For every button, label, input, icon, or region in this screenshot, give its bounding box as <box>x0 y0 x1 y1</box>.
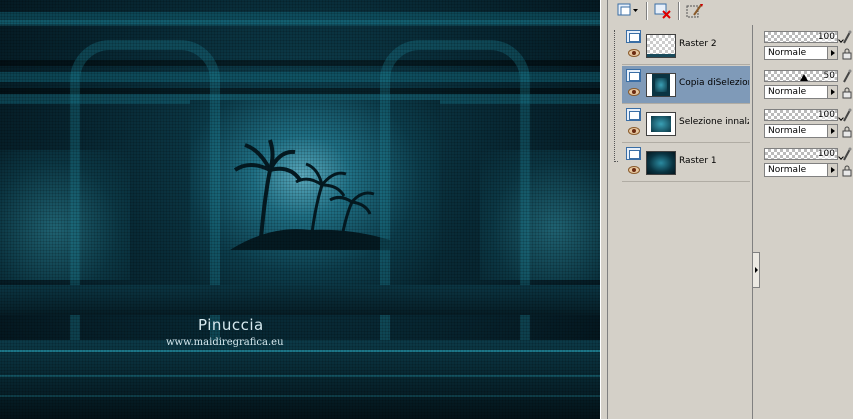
brush-icon[interactable] <box>842 108 852 122</box>
lock-icon[interactable] <box>842 126 852 138</box>
collapse-panel-button[interactable] <box>752 252 760 288</box>
dropdown-arrow-icon[interactable] <box>827 164 837 176</box>
blend-mode-value: Normale <box>768 48 807 58</box>
layer-visibility-icon[interactable] <box>626 69 641 82</box>
layer-visibility-icon[interactable] <box>626 30 641 43</box>
layers-toolbar <box>612 0 852 22</box>
opacity-value: 50 <box>823 71 835 81</box>
layer-properties-row: 50 Normale <box>762 67 853 105</box>
lock-icon[interactable] <box>842 87 852 99</box>
layer-properties-row: 100 Normale <box>762 106 853 144</box>
blend-mode-select[interactable]: Normale <box>764 46 838 60</box>
layer-properties-row: 100 Normale <box>762 145 853 183</box>
blend-mode-select[interactable]: Normale <box>764 163 838 177</box>
brush-icon[interactable] <box>842 30 852 44</box>
opacity-slider[interactable]: 100 <box>764 148 838 160</box>
group-tree-line <box>614 30 618 162</box>
eye-icon[interactable] <box>628 127 640 135</box>
eye-icon[interactable] <box>628 49 640 57</box>
brush-icon[interactable] <box>842 69 852 83</box>
blend-mode-select[interactable]: Normale <box>764 85 838 99</box>
panel-splitter[interactable] <box>600 0 608 419</box>
layer-thumbnail <box>646 112 676 136</box>
layer-properties-row: 100 Normale <box>762 28 853 66</box>
layer-name: Copia diSelezione <box>679 78 749 88</box>
toolbar-separator <box>646 2 648 20</box>
layer-visibility-icon[interactable] <box>626 108 641 121</box>
brush-icon[interactable] <box>842 147 852 161</box>
mask-edit-button[interactable] <box>684 2 706 20</box>
slider-handle-icon[interactable] <box>800 73 808 81</box>
opacity-value: 100 <box>817 110 835 120</box>
toolbar-separator <box>678 2 680 20</box>
eye-icon[interactable] <box>628 166 640 174</box>
image-canvas[interactable]: Pinuccia www.maidiregrafica.eu <box>0 0 600 419</box>
lock-icon[interactable] <box>842 165 852 177</box>
opacity-slider[interactable]: 100 <box>764 31 838 43</box>
dropdown-arrow-icon[interactable] <box>827 47 837 59</box>
layer-thumbnail <box>646 73 676 97</box>
eye-icon[interactable] <box>628 88 640 96</box>
layer-row-selezione-innalzata[interactable]: Selezione innalza <box>622 105 750 143</box>
layer-name: Selezione innalza <box>679 117 749 127</box>
mask-edit-icon <box>686 4 703 18</box>
layer-name: Raster 1 <box>679 156 717 166</box>
layer-name: Raster 2 <box>679 39 717 49</box>
opacity-value: 100 <box>817 149 835 159</box>
blend-mode-value: Normale <box>768 87 807 97</box>
opacity-value: 100 <box>817 32 835 42</box>
layer-thumbnail <box>646 151 676 175</box>
new-layer-button[interactable] <box>614 2 642 20</box>
layer-row-copia-selezione[interactable]: Copia diSelezione <box>622 66 750 104</box>
opacity-slider[interactable]: 100 <box>764 109 838 121</box>
dot-pattern-overlay <box>0 0 600 419</box>
blend-mode-value: Normale <box>768 165 807 175</box>
watermark-name: Pinuccia <box>198 316 264 334</box>
lock-icon[interactable] <box>842 48 852 60</box>
dropdown-arrow-icon[interactable] <box>827 125 837 137</box>
blend-mode-value: Normale <box>768 126 807 136</box>
layer-visibility-icon[interactable] <box>626 147 641 160</box>
delete-layer-button[interactable] <box>652 2 674 20</box>
properties-splitter[interactable] <box>752 25 760 419</box>
dropdown-arrow-icon[interactable] <box>827 86 837 98</box>
layer-row-raster-2[interactable]: Raster 2 <box>622 27 750 65</box>
new-layer-icon <box>617 3 638 16</box>
blend-mode-select[interactable]: Normale <box>764 124 838 138</box>
layer-row-raster-1[interactable]: Raster 1 <box>622 144 750 182</box>
opacity-slider[interactable]: 50 <box>764 70 838 82</box>
delete-layer-icon <box>654 3 671 19</box>
watermark-url: www.maidiregrafica.eu <box>166 337 284 348</box>
layer-thumbnail <box>646 34 676 58</box>
